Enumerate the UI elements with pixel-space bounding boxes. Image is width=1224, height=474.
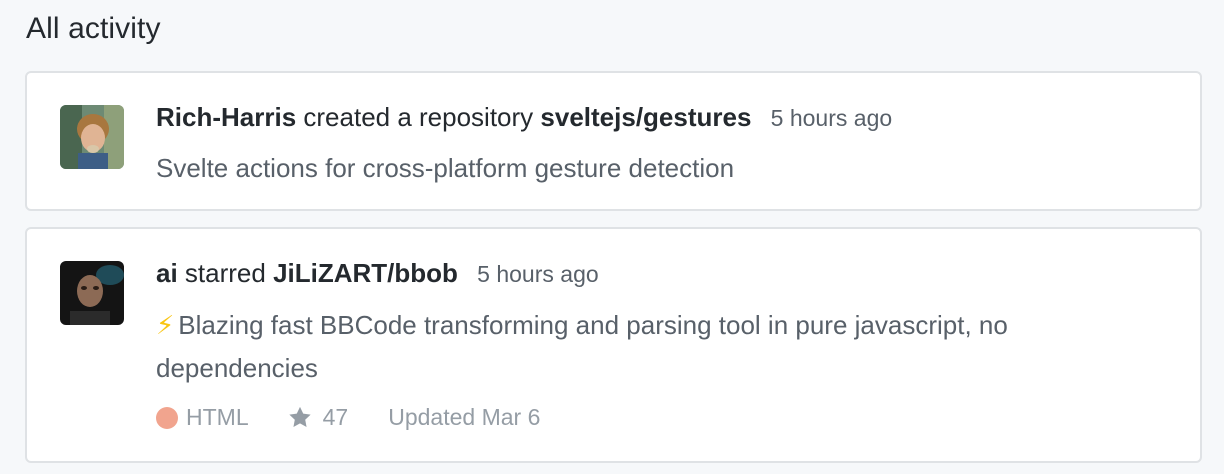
actor-link[interactable]: Rich-Harris xyxy=(156,102,296,132)
event-action: starred xyxy=(184,258,266,288)
event-time[interactable]: 5 hours ago xyxy=(771,105,892,131)
language-color-dot xyxy=(156,406,178,429)
repo-language: HTML xyxy=(186,404,249,430)
star-count: 47 xyxy=(322,404,349,430)
updated-date: Updated Mar 6 xyxy=(388,404,541,430)
repo-description: Svelte actions for cross-platform gestur… xyxy=(156,153,735,183)
event-time[interactable]: 5 hours ago xyxy=(477,261,598,287)
event-headline: ai starred JiLiZART/bbob 5 hours ago xyxy=(156,256,599,291)
avatar-rich-harris-image xyxy=(60,105,124,169)
event-headline: Rich-Harris created a repository sveltej… xyxy=(156,100,892,135)
stargazers-link[interactable]: 47 xyxy=(287,404,349,431)
repo-description: ⚡ Blazing fast BBCode transforming and pa… xyxy=(156,304,1140,390)
repo-link[interactable]: sveltejs/gestures xyxy=(540,102,751,132)
repo-link[interactable]: JiLiZART/bbob xyxy=(273,258,458,288)
avatar-ai-image xyxy=(60,261,124,325)
lightning-icon: ⚡ xyxy=(156,310,175,340)
actor-link[interactable]: ai xyxy=(156,258,178,288)
star-icon xyxy=(289,406,311,427)
activity-card: ai starred JiLiZART/bbob 5 hours ago ⚡ Bl… xyxy=(25,227,1202,463)
repo-meta: HTML 47 Updated Mar 6 xyxy=(156,404,540,431)
repo-description-text: Blazing fast BBCode transforming and par… xyxy=(156,310,1008,383)
section-title: All activity xyxy=(26,12,161,45)
activity-card: Rich-Harris created a repository sveltej… xyxy=(25,71,1202,211)
activity-feed: All activity Rich-Harris created a repos… xyxy=(0,0,1224,474)
avatar[interactable] xyxy=(60,105,124,169)
event-action: created a repository xyxy=(303,102,534,132)
avatar[interactable] xyxy=(60,261,124,325)
